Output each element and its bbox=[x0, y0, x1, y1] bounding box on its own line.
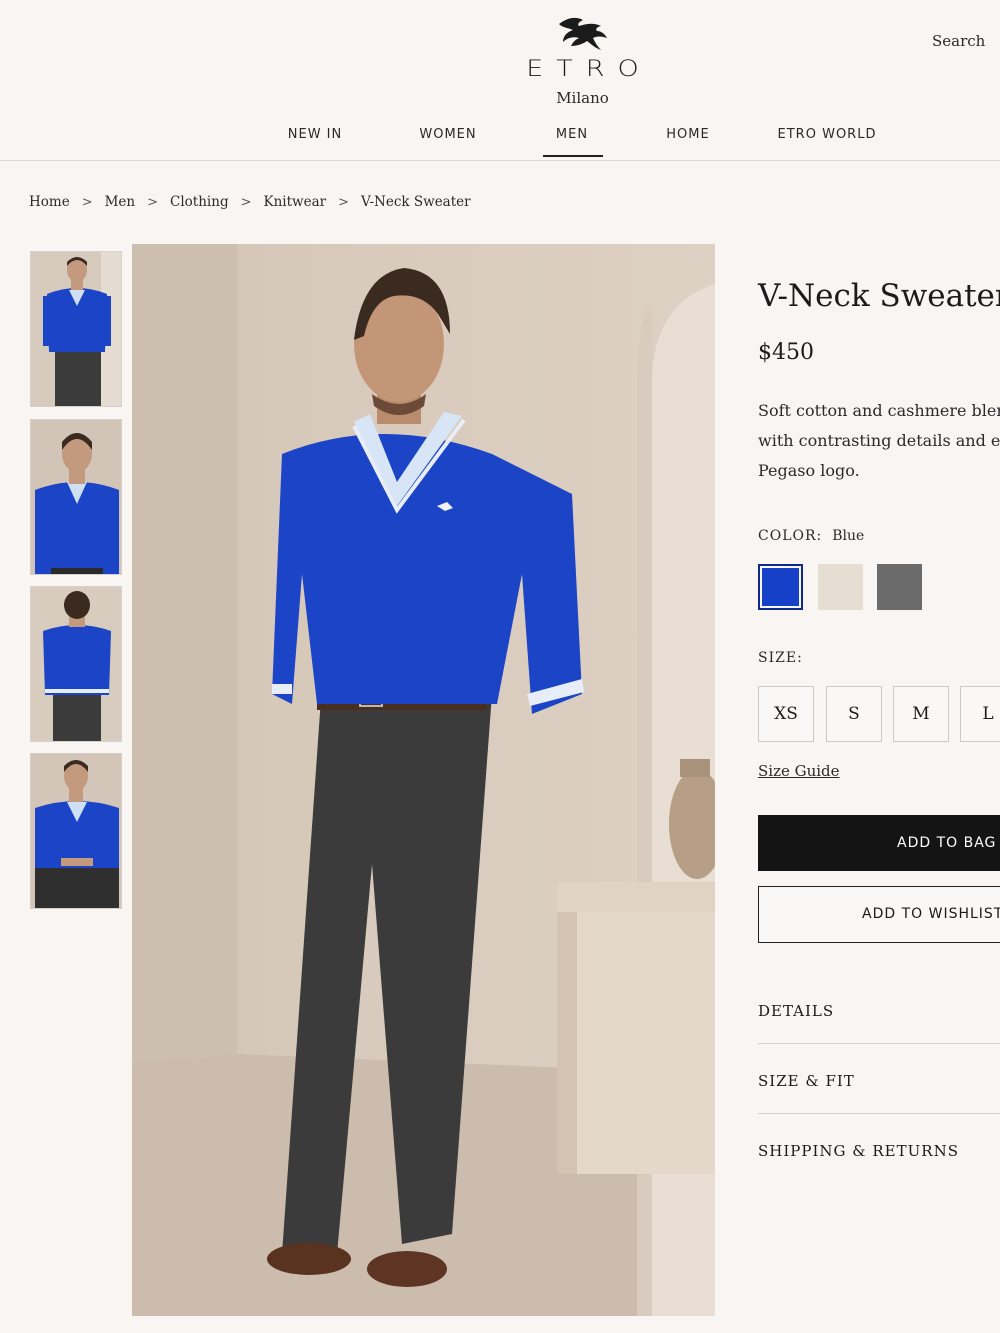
nav-new-in[interactable]: NEW IN bbox=[288, 127, 342, 142]
product-description: Soft cotton and cashmere blend with cont… bbox=[758, 396, 1000, 486]
model-hero-illustration bbox=[132, 244, 715, 1316]
breadcrumb-current: V-Neck Sweater bbox=[360, 194, 471, 210]
search-link[interactable]: Search bbox=[932, 32, 985, 50]
color-heading: COLOR: bbox=[758, 528, 823, 544]
nav-etro-world[interactable]: ETRO WORLD bbox=[778, 127, 877, 142]
breadcrumb-home[interactable]: Home bbox=[29, 194, 70, 210]
product-thumbnail-1[interactable] bbox=[30, 251, 122, 407]
selected-color-name: Blue bbox=[832, 528, 865, 544]
nav-home[interactable]: HOME bbox=[666, 127, 709, 142]
breadcrumb-clothing[interactable]: Clothing bbox=[170, 194, 229, 210]
color-swatch-grey[interactable] bbox=[877, 564, 922, 610]
description-line: with contrasting details and em bbox=[758, 431, 1000, 450]
breadcrumb-separator: > bbox=[240, 195, 252, 210]
size-option-l[interactable]: L bbox=[960, 686, 1000, 742]
product-price: $450 bbox=[758, 340, 814, 365]
model-front-crop-image bbox=[31, 420, 121, 574]
size-option-xs[interactable]: XS bbox=[758, 686, 814, 742]
model-front-full-image bbox=[31, 252, 121, 406]
brand-subtitle: Milano bbox=[556, 89, 609, 107]
color-swatch-beige[interactable] bbox=[818, 564, 863, 610]
product-thumbnail-4[interactable] bbox=[30, 753, 122, 909]
brand-wordmark: ETRO bbox=[526, 56, 652, 82]
product-title: V-Neck Sweater bbox=[758, 278, 1000, 314]
accordion-size-fit[interactable]: SIZE & FIT bbox=[758, 1072, 1000, 1090]
main-product-image[interactable] bbox=[132, 244, 715, 1316]
breadcrumb-knitwear[interactable]: Knitwear bbox=[264, 194, 327, 210]
pegasus-logo-icon bbox=[559, 17, 607, 50]
size-option-m[interactable]: M bbox=[893, 686, 949, 742]
size-option-s[interactable]: S bbox=[826, 686, 882, 742]
breadcrumb: Home > Men > Clothing > Knitwear > V-Neck Sweate… bbox=[29, 194, 471, 210]
brand-logo[interactable]: ETRO Milano bbox=[480, 12, 685, 112]
model-seated-image bbox=[31, 754, 121, 908]
breadcrumb-separator: > bbox=[147, 195, 159, 210]
nav-active-indicator bbox=[543, 155, 603, 157]
accordion-divider bbox=[758, 1043, 1000, 1044]
product-thumbnail-2[interactable] bbox=[30, 419, 122, 575]
accordion-divider bbox=[758, 1113, 1000, 1114]
model-back-image bbox=[31, 587, 121, 741]
breadcrumb-men[interactable]: Men bbox=[105, 194, 136, 210]
color-label: COLOR: Blue bbox=[758, 528, 864, 544]
description-line: Soft cotton and cashmere blend bbox=[758, 401, 1000, 420]
breadcrumb-separator: > bbox=[81, 195, 93, 210]
main-nav: NEW IN WOMEN MEN HOME ETRO WORLD bbox=[0, 127, 1000, 159]
accordion-details[interactable]: DETAILS bbox=[758, 1002, 1000, 1020]
add-to-bag-button[interactable]: ADD TO BAG bbox=[758, 815, 1000, 871]
size-guide-link[interactable]: Size Guide bbox=[758, 762, 840, 780]
size-label: SIZE: bbox=[758, 650, 803, 666]
breadcrumb-separator: > bbox=[338, 195, 349, 210]
color-swatch-blue[interactable] bbox=[758, 564, 803, 610]
header-divider bbox=[0, 160, 1000, 161]
nav-women[interactable]: WOMEN bbox=[419, 127, 476, 142]
add-to-wishlist-button[interactable]: ADD TO WISHLIST bbox=[758, 886, 1000, 943]
accordion-shipping-returns[interactable]: SHIPPING & RETURNS bbox=[758, 1142, 1000, 1160]
product-thumbnail-3[interactable] bbox=[30, 586, 122, 742]
description-line: Pegaso logo. bbox=[758, 461, 860, 480]
nav-men[interactable]: MEN bbox=[556, 127, 588, 142]
